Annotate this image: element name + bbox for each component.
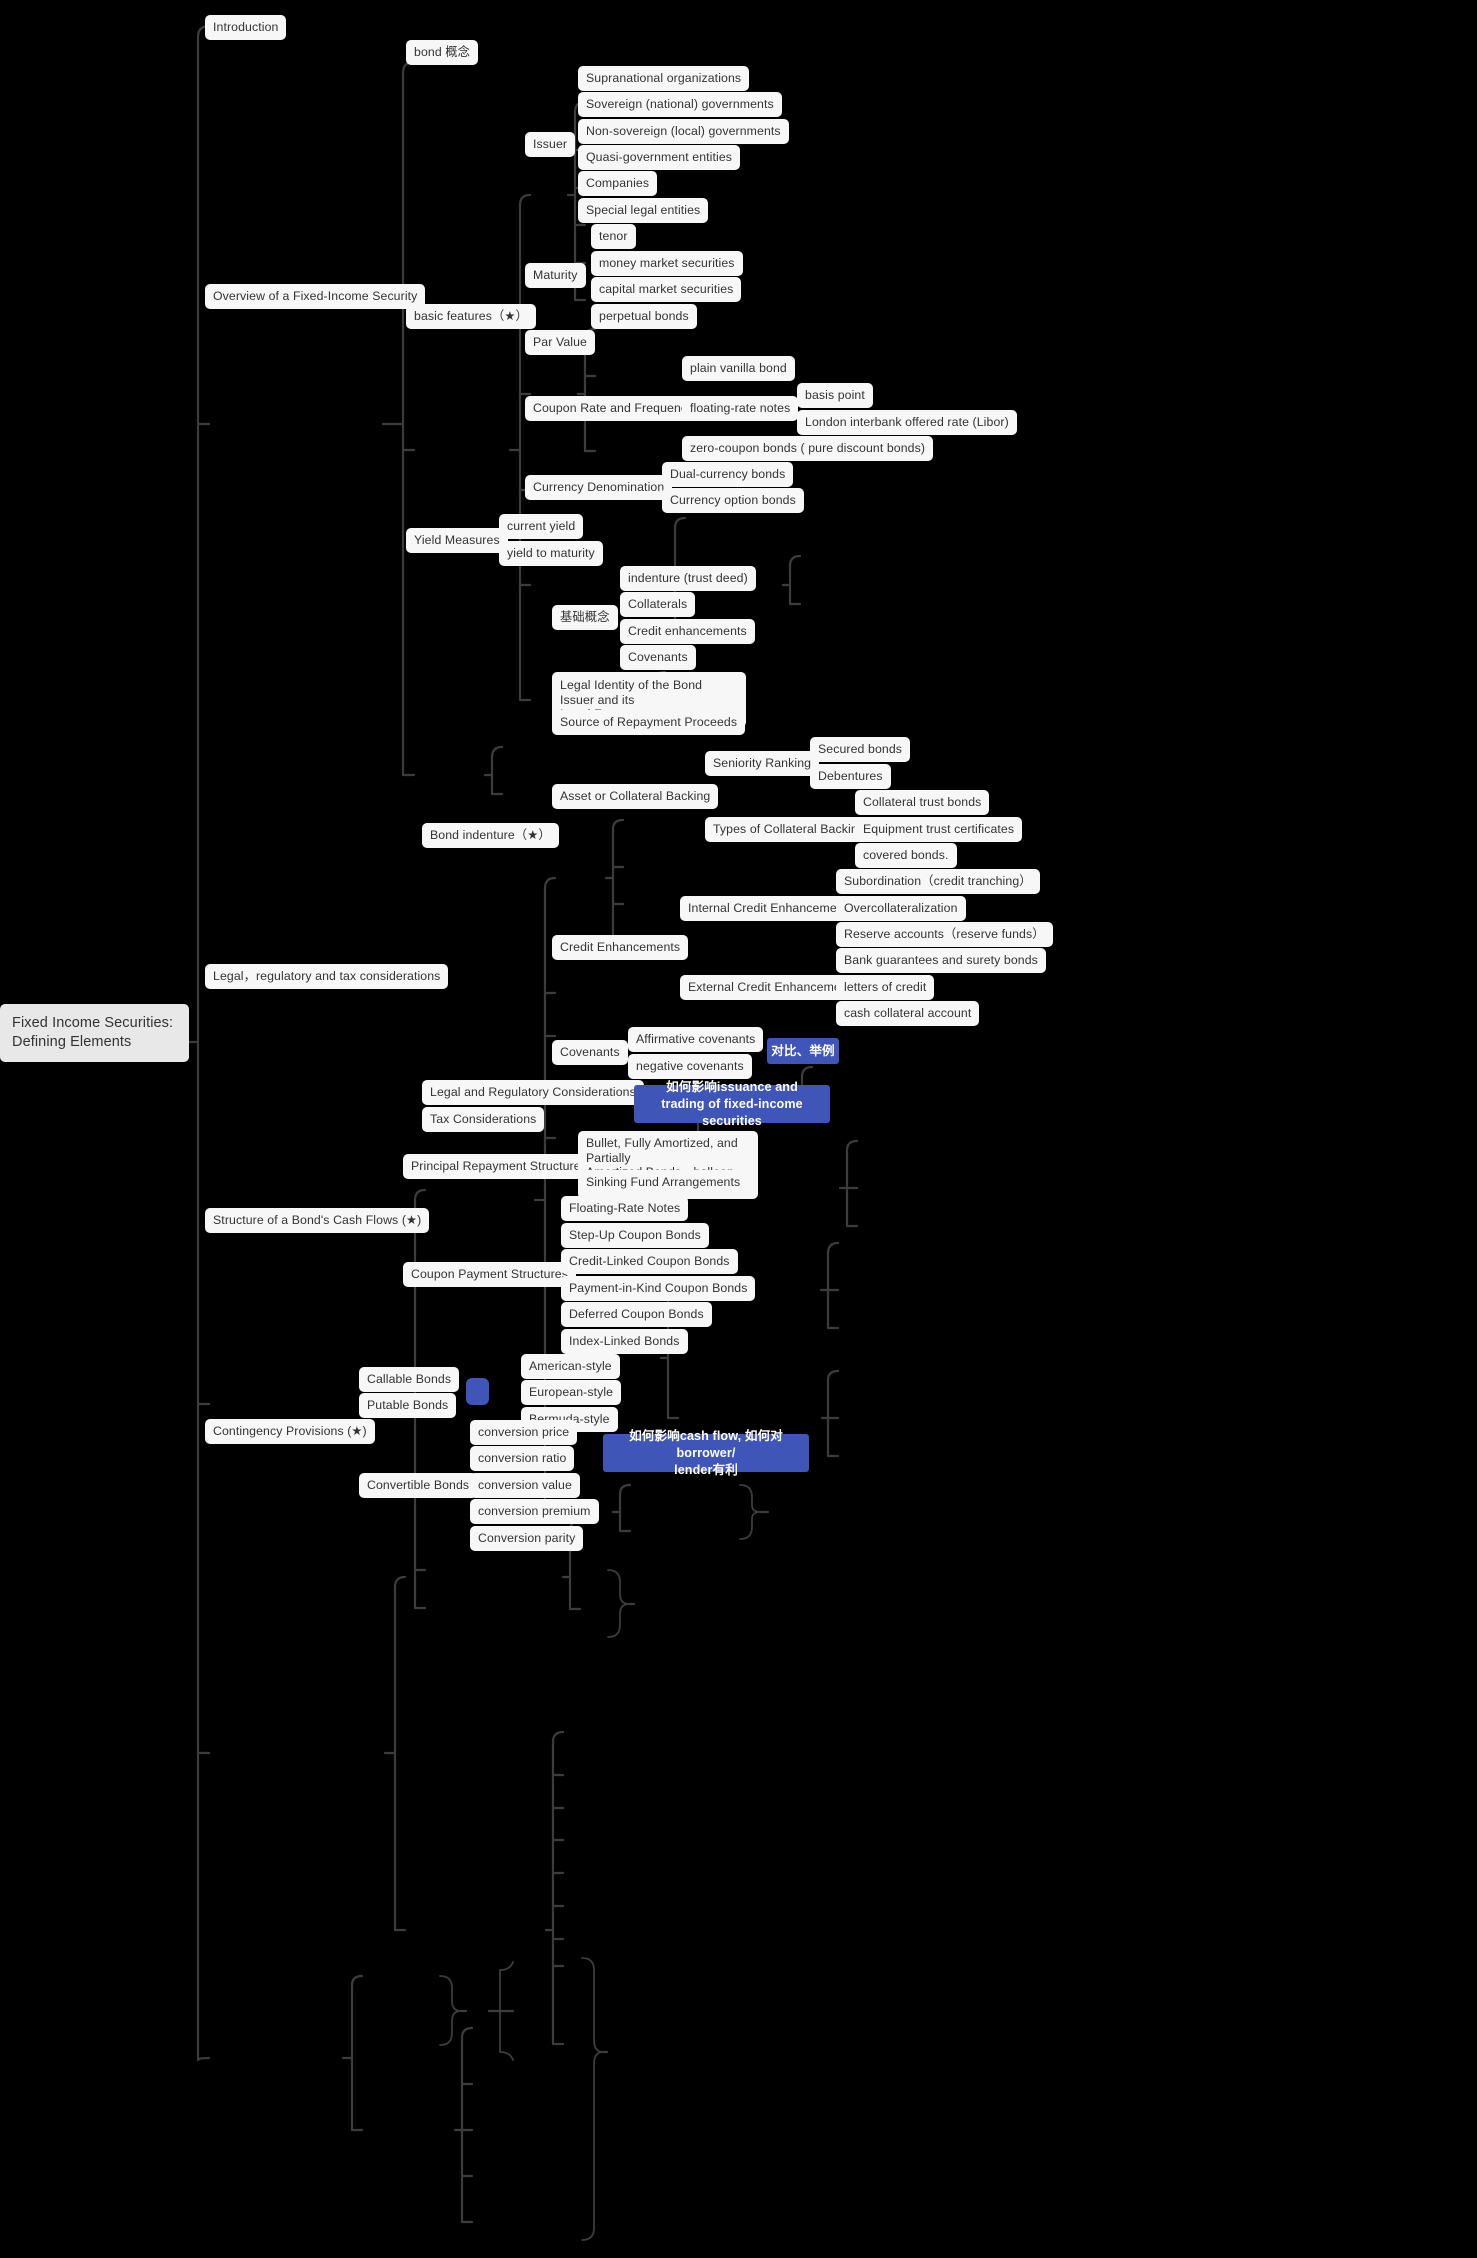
node-cash-flows[interactable]: Structure of a Bond's Cash Flows (★)	[205, 1208, 430, 1233]
list-item[interactable]: Equipment trust certificates	[855, 817, 1023, 842]
list-item[interactable]: money market securities	[591, 251, 743, 276]
list-item[interactable]: Special legal entities	[578, 198, 709, 223]
list-item[interactable]: current yield	[499, 514, 584, 539]
list-item[interactable]: plain vanilla bond	[682, 356, 795, 381]
list-item[interactable]: Overcollateralization	[836, 896, 966, 921]
list-item[interactable]: yield to maturity	[499, 541, 603, 566]
node-types-collateral[interactable]: Types of Collateral Backing	[705, 817, 873, 842]
list-item[interactable]: Step-Up Coupon Bonds	[561, 1223, 709, 1248]
list-item[interactable]: Floating-Rate Notes	[561, 1196, 689, 1221]
list-item[interactable]: Covenants	[620, 645, 696, 670]
node-source-repayment[interactable]: Source of Repayment Proceeds	[552, 710, 746, 735]
mindmap-canvas: Fixed Income Securities: Defining Elemen…	[0, 0, 1477, 2258]
node-external-credit[interactable]: External Credit Enhancement	[680, 975, 860, 1000]
node-convertible-bonds[interactable]: Convertible Bonds	[359, 1473, 478, 1498]
node-par-value[interactable]: Par Value	[525, 330, 595, 355]
node-asset-collateral[interactable]: Asset or Collateral Backing	[552, 784, 719, 809]
node-contingency[interactable]: Contingency Provisions (★)	[205, 1419, 375, 1444]
list-item[interactable]: Dual-currency bonds	[662, 462, 794, 487]
node-introduction[interactable]: Introduction	[205, 15, 287, 40]
node-legal-regulatory-tax[interactable]: Legal，regulatory and tax considerations	[205, 964, 449, 989]
node-bond-concept[interactable]: bond 概念	[406, 40, 479, 65]
node-coupon-payment[interactable]: Coupon Payment Structures	[403, 1262, 576, 1287]
node-bond-indenture[interactable]: Bond indenture（★）	[422, 823, 559, 848]
list-item[interactable]: floating-rate notes	[682, 396, 799, 421]
list-item[interactable]: cash collateral account	[836, 1001, 980, 1026]
list-item[interactable]: indenture (trust deed)	[620, 566, 756, 591]
note-issuance[interactable]: 如何影响issuance and trading of fixed-income…	[634, 1080, 830, 1128]
node-basic-features[interactable]: basic features（★）	[406, 304, 536, 329]
list-item[interactable]: Credit enhancements	[620, 619, 755, 644]
list-item[interactable]: Companies	[578, 171, 658, 196]
list-item[interactable]: European-style	[521, 1380, 622, 1405]
list-item[interactable]: covered bonds.	[855, 843, 957, 868]
list-item[interactable]: Currency option bonds	[662, 488, 804, 513]
node-maturity[interactable]: Maturity	[525, 263, 586, 288]
list-item[interactable]: Credit-Linked Coupon Bonds	[561, 1249, 738, 1274]
list-item[interactable]: Secured bonds	[810, 737, 911, 762]
node-currency-denomination[interactable]: Currency Denomination	[525, 475, 673, 500]
list-item[interactable]: letters of credit	[836, 975, 935, 1000]
root-node[interactable]: Fixed Income Securities: Defining Elemen…	[0, 1004, 189, 1062]
list-item[interactable]: Deferred Coupon Bonds	[561, 1302, 712, 1327]
list-item[interactable]: tenor	[591, 224, 636, 249]
node-credit-enhancements[interactable]: Credit Enhancements	[552, 935, 689, 960]
list-item[interactable]: Bank guarantees and surety bonds	[836, 948, 1046, 973]
list-item[interactable]: Collaterals	[620, 592, 696, 617]
list-item[interactable]: Collateral trust bonds	[855, 790, 990, 815]
node-legal-regulatory-considerations[interactable]: Legal and Regulatory Considerations	[422, 1080, 644, 1105]
list-item[interactable]: Payment-in-Kind Coupon Bonds	[561, 1276, 756, 1301]
note-cashflow[interactable]: 如何影响cash flow, 如何对borrower/ lender有利	[603, 1429, 809, 1477]
node-seniority-ranking[interactable]: Seniority Ranking	[705, 751, 820, 776]
list-item[interactable]: Conversion parity	[470, 1526, 584, 1551]
list-item[interactable]: Index-Linked Bonds	[561, 1329, 688, 1354]
node-basic-concepts[interactable]: 基础概念	[552, 605, 618, 630]
option-style-chip[interactable]	[466, 1378, 489, 1405]
note-compare[interactable]: 对比、举例	[767, 1038, 839, 1064]
list-item[interactable]: zero-coupon bonds ( pure discount bonds)	[682, 436, 934, 461]
list-item[interactable]: American-style	[521, 1354, 620, 1379]
list-item[interactable]: negative covenants	[628, 1054, 752, 1079]
node-internal-credit[interactable]: Internal Credit Enhancement	[680, 896, 856, 921]
list-item[interactable]: Subordination（credit tranching）	[836, 869, 1040, 894]
node-issuer[interactable]: Issuer	[525, 132, 576, 157]
list-item[interactable]: conversion value	[470, 1473, 580, 1498]
list-item[interactable]: conversion premium	[470, 1499, 599, 1524]
list-item[interactable]: Sinking Fund Arrangements	[578, 1170, 749, 1195]
node-tax-considerations[interactable]: Tax Considerations	[422, 1107, 545, 1132]
list-item[interactable]: capital market securities	[591, 277, 742, 302]
list-item[interactable]: Quasi-government entities	[578, 145, 741, 170]
node-callable-bonds[interactable]: Callable Bonds	[359, 1367, 460, 1392]
list-item[interactable]: conversion price	[470, 1420, 578, 1445]
node-overview[interactable]: Overview of a Fixed-Income Security	[205, 284, 426, 309]
node-coupon-rate[interactable]: Coupon Rate and Frequency	[525, 396, 702, 421]
node-covenants[interactable]: Covenants	[552, 1040, 628, 1065]
list-item[interactable]: Supranational organizations	[578, 66, 750, 91]
list-item[interactable]: Debentures	[810, 764, 891, 789]
list-item[interactable]: Reserve accounts（reserve funds）	[836, 922, 1053, 947]
list-item[interactable]: Affirmative covenants	[628, 1027, 764, 1052]
list-item[interactable]: conversion ratio	[470, 1446, 575, 1471]
node-putable-bonds[interactable]: Putable Bonds	[359, 1393, 457, 1418]
list-item[interactable]: Sovereign (national) governments	[578, 92, 782, 117]
node-principal-repayment[interactable]: Principal Repayment Structures	[403, 1154, 595, 1179]
list-item[interactable]: Non-sovereign (local) governments	[578, 119, 789, 144]
list-item[interactable]: basis point	[797, 383, 873, 408]
list-item[interactable]: perpetual bonds	[591, 304, 697, 329]
list-item[interactable]: London interbank offered rate (Libor)	[797, 410, 1017, 435]
node-yield-measures[interactable]: Yield Measures	[406, 528, 508, 553]
